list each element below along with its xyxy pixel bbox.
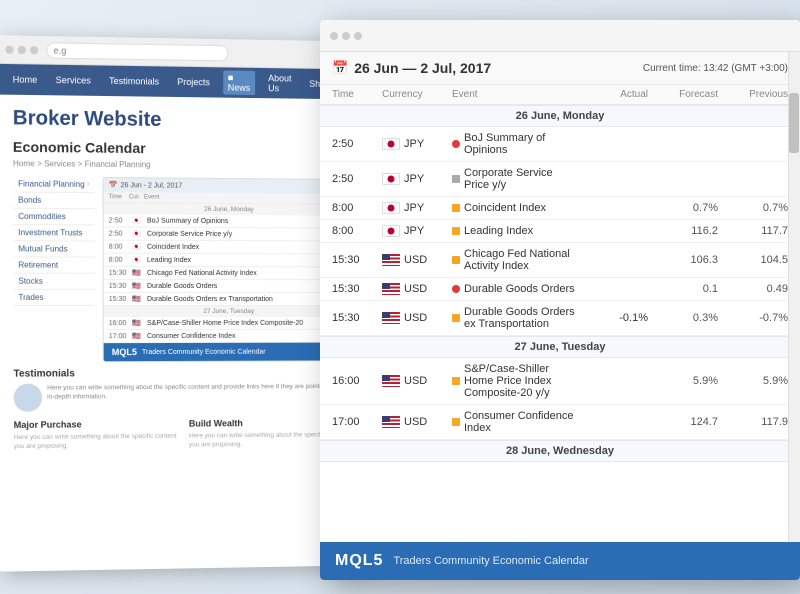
flag-jp — [382, 138, 400, 150]
mini-cal-row-2: 2:50 🇯🇵 Corporate Service Price y/y — [104, 227, 353, 241]
cal-date-range: 26 Jun — 2 Jul, 2017 — [354, 60, 491, 76]
col-event: Event — [452, 89, 578, 100]
mini-cal-section-tuesday: 27 June, Tuesday — [104, 306, 352, 317]
mini-cal-icon: 📅 — [109, 181, 118, 189]
sidebar-commodities[interactable]: Commodities — [13, 209, 94, 226]
event-dot-red — [452, 285, 460, 293]
mini-cal-row-3: 8:00 🇯🇵 Coincident Index — [104, 241, 353, 255]
calendar-panel: 📅 26 Jun — 2 Jul, 2017 Current time: 13:… — [320, 20, 800, 580]
table-row: 15:30 USD Durable Goods Orders ex Transp… — [320, 301, 800, 336]
cal-footer: MQL5 Traders Community Economic Calendar — [320, 542, 800, 580]
nav-news[interactable]: ■ News — [223, 70, 255, 95]
col-forecast: Forecast — [648, 89, 718, 100]
event-dot-red — [452, 140, 460, 148]
event-dot-orange — [452, 256, 460, 264]
sidebar-mutual-funds[interactable]: Mutual Funds — [13, 241, 94, 257]
mini-cal-row-1: 2:50 🇯🇵 BoJ Summary of Opinions — [104, 214, 353, 228]
nav-services[interactable]: Services — [51, 73, 96, 88]
flag-jp — [382, 202, 400, 214]
broker-panel: e.g Home Services Testimonials Projects … — [0, 35, 369, 571]
event-dot-orange — [452, 314, 460, 322]
flag-us — [382, 283, 400, 295]
broker-sidebar: Financial Planning› Bonds Commodities In… — [13, 176, 95, 362]
testimonial-avatar-1 — [14, 384, 43, 412]
broker-main-content: 📅 26 Jun - 2 Jul, 2017 Time Cur. Event 2… — [103, 177, 354, 362]
mini-cal-row-6: 15:30 🇺🇸 Durable Goods Orders — [104, 280, 352, 293]
event-dot-orange — [452, 418, 460, 426]
broker-content: Broker Website Economic Calendar Home > … — [0, 95, 369, 464]
cal-section-wednesday: 28 June, Wednesday — [320, 440, 800, 462]
mql5-tagline: Traders Community Economic Calendar — [393, 555, 588, 567]
event-dot-orange — [452, 227, 460, 235]
scrollbar-thumb[interactable] — [789, 93, 799, 153]
event-dot-orange — [452, 377, 460, 385]
cal-dot-1 — [330, 32, 338, 40]
nav-testimonials[interactable]: Testimonials — [104, 74, 164, 89]
sidebar-trades[interactable]: Trades — [13, 290, 94, 306]
cal-dot-2 — [342, 32, 350, 40]
browser-dot-2 — [18, 45, 26, 53]
mini-cal-footer: MQL5 Traders Community Economic Calendar — [104, 343, 352, 362]
event-dot-gray — [452, 175, 460, 183]
table-row: 17:00 USD Consumer Confidence Index 124.… — [320, 405, 800, 440]
mini-cal-row-5: 15:30 🇺🇸 Chicago Fed National Activity I… — [104, 267, 352, 280]
sidebar-investment-trusts[interactable]: Investment Trusts — [13, 225, 94, 242]
broker-testimonials: Testimonials Here you can write somethin… — [14, 367, 353, 412]
col-actual: Actual — [578, 89, 648, 100]
event-dot-orange — [452, 204, 460, 212]
broker-layout: Financial Planning› Bonds Commodities In… — [13, 176, 354, 362]
browser-dot-1 — [5, 45, 13, 53]
browser-dots — [5, 45, 38, 54]
flag-jp — [382, 173, 400, 185]
flag-jp — [382, 225, 400, 237]
col-currency: Currency — [382, 89, 452, 100]
col-time: Time — [332, 89, 382, 100]
broker-nav: Home Services Testimonials Projects ■ Ne… — [0, 64, 369, 100]
sidebar-bonds[interactable]: Bonds — [13, 192, 94, 209]
cal-section-tuesday: 27 June, Tuesday — [320, 336, 800, 358]
broker-bottom-major-purchase: Major Purchase Here you can write someth… — [14, 419, 181, 452]
browser-url: e.g — [46, 42, 228, 61]
cal-current-time: Current time: 13:42 (GMT +3:00) — [643, 63, 788, 74]
broker-bottom: Major Purchase Here you can write someth… — [14, 417, 353, 451]
table-row: 8:00 JPY Coincident Index 0.7% 0.7% — [320, 197, 800, 220]
table-row: 16:00 USD S&P/Case-Shiller Home Price In… — [320, 358, 800, 405]
cal-browser-dots — [330, 32, 362, 40]
table-row: 15:30 USD Durable Goods Orders 0.1 0.49 — [320, 278, 800, 301]
cal-dot-3 — [354, 32, 362, 40]
cal-header: 📅 26 Jun — 2 Jul, 2017 Current time: 13:… — [320, 52, 800, 85]
cal-table-header: Time Currency Event Actual Forecast Prev… — [320, 85, 800, 105]
nav-about[interactable]: About Us — [263, 71, 296, 96]
table-row: 8:00 JPY Leading Index 116.2 117.7 — [320, 220, 800, 243]
col-previous: Previous — [718, 89, 788, 100]
cal-section-monday: 26 June, Monday — [320, 105, 800, 127]
flag-us — [382, 254, 400, 266]
mini-cal-row-7: 15:30 🇺🇸 Durable Goods Orders ex Transpo… — [104, 293, 352, 306]
mini-cal-row-4: 8:00 🇯🇵 Leading Index — [104, 254, 353, 268]
mini-cal-row-9: 17:00 🇺🇸 Consumer Confidence Index — [104, 330, 352, 343]
scrollbar-track[interactable] — [788, 52, 800, 542]
cal-browser-bar — [320, 20, 800, 52]
nav-home[interactable]: Home — [8, 72, 43, 87]
sidebar-retirement[interactable]: Retirement — [13, 257, 94, 273]
mql5-logo: MQL5 — [335, 552, 383, 570]
table-row: 15:30 USD Chicago Fed National Activity … — [320, 243, 800, 278]
browser-dot-3 — [30, 45, 38, 53]
sidebar-stocks[interactable]: Stocks — [13, 274, 94, 290]
calendar-icon: 📅 — [332, 60, 348, 76]
sidebar-financial-planning[interactable]: Financial Planning› — [13, 176, 95, 193]
flag-us — [382, 416, 400, 428]
flag-us — [382, 375, 400, 387]
table-row: 2:50 JPY Corporate Service Price y/y — [320, 162, 800, 197]
mini-cal-row-8: 16:00 🇺🇸 S&P/Case-Shiller Home Price Ind… — [104, 317, 352, 330]
testimonial-item-1: Here you can write something about the s… — [14, 382, 353, 412]
mini-calendar: 📅 26 Jun - 2 Jul, 2017 Time Cur. Event 2… — [103, 177, 354, 362]
nav-projects[interactable]: Projects — [172, 75, 215, 90]
broker-title: Broker Website — [13, 107, 354, 134]
broker-section-title: Economic Calendar — [13, 139, 354, 159]
broker-breadcrumb: Home > Services > Financial Planning — [13, 159, 354, 171]
table-row: 2:50 JPY BoJ Summary of Opinions — [320, 127, 800, 162]
flag-us — [382, 312, 400, 324]
